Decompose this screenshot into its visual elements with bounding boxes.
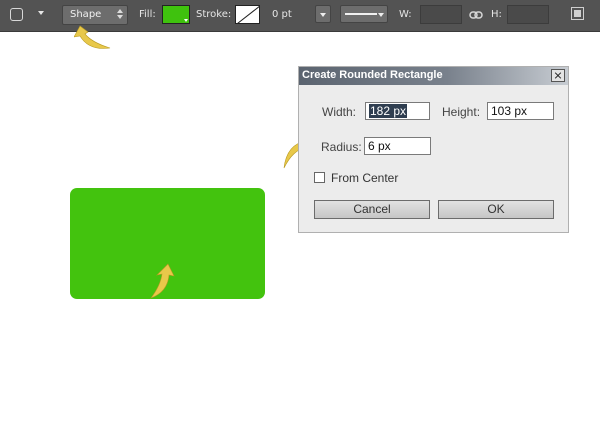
callout-arrow-icon [150, 263, 175, 299]
solid-line-icon [345, 13, 377, 15]
height-input[interactable]: 103 px [487, 102, 554, 120]
spinner-icon [117, 9, 123, 19]
cancel-button[interactable]: Cancel [314, 200, 430, 219]
close-button[interactable] [551, 69, 565, 82]
height-input-value: 103 px [491, 104, 528, 118]
stroke-type-select[interactable] [340, 5, 388, 23]
tool-mode-select[interactable]: Shape [62, 5, 128, 25]
width-field[interactable] [420, 5, 462, 24]
path-operations-icon[interactable] [571, 7, 584, 20]
dropdown-caret-icon [184, 19, 188, 22]
height-label: H: [491, 9, 502, 20]
stroke-label: Stroke: [196, 9, 232, 20]
dialog-title: Create Rounded Rectangle [302, 69, 443, 81]
height-field[interactable] [507, 5, 549, 24]
no-stroke-icon [236, 6, 259, 23]
from-center-label[interactable]: From Center [331, 171, 398, 185]
tool-mode-value: Shape [70, 9, 102, 20]
stroke-width-value[interactable]: 0 pt [272, 9, 292, 20]
height-label: Height: [442, 105, 481, 119]
dialog-titlebar[interactable]: Create Rounded Rectangle [299, 67, 568, 85]
width-input-value: 182 px [369, 104, 408, 118]
radius-input-value: 6 px [368, 139, 391, 153]
create-rounded-rectangle-dialog: Create Rounded Rectangle Width: 182 px H… [298, 66, 569, 233]
width-label: Width: [322, 105, 357, 119]
stroke-width-dropdown[interactable] [315, 5, 331, 23]
tool-preset-icon[interactable] [10, 8, 23, 21]
width-input[interactable]: 182 px [365, 102, 430, 120]
link-icon[interactable] [469, 9, 483, 21]
callout-arrow-icon [74, 25, 111, 49]
chevron-down-icon [320, 13, 326, 17]
stroke-color-swatch[interactable] [235, 5, 260, 24]
fill-label: Fill: [139, 9, 156, 20]
radius-label: Radius: [321, 140, 362, 154]
width-label: W: [399, 9, 412, 20]
radius-input[interactable]: 6 px [364, 137, 431, 155]
tool-preset-dropdown-icon[interactable] [38, 11, 44, 15]
ok-button[interactable]: OK [438, 200, 554, 219]
chevron-down-icon [378, 13, 384, 17]
fill-color-swatch[interactable] [162, 5, 190, 24]
from-center-checkbox[interactable] [314, 172, 325, 183]
